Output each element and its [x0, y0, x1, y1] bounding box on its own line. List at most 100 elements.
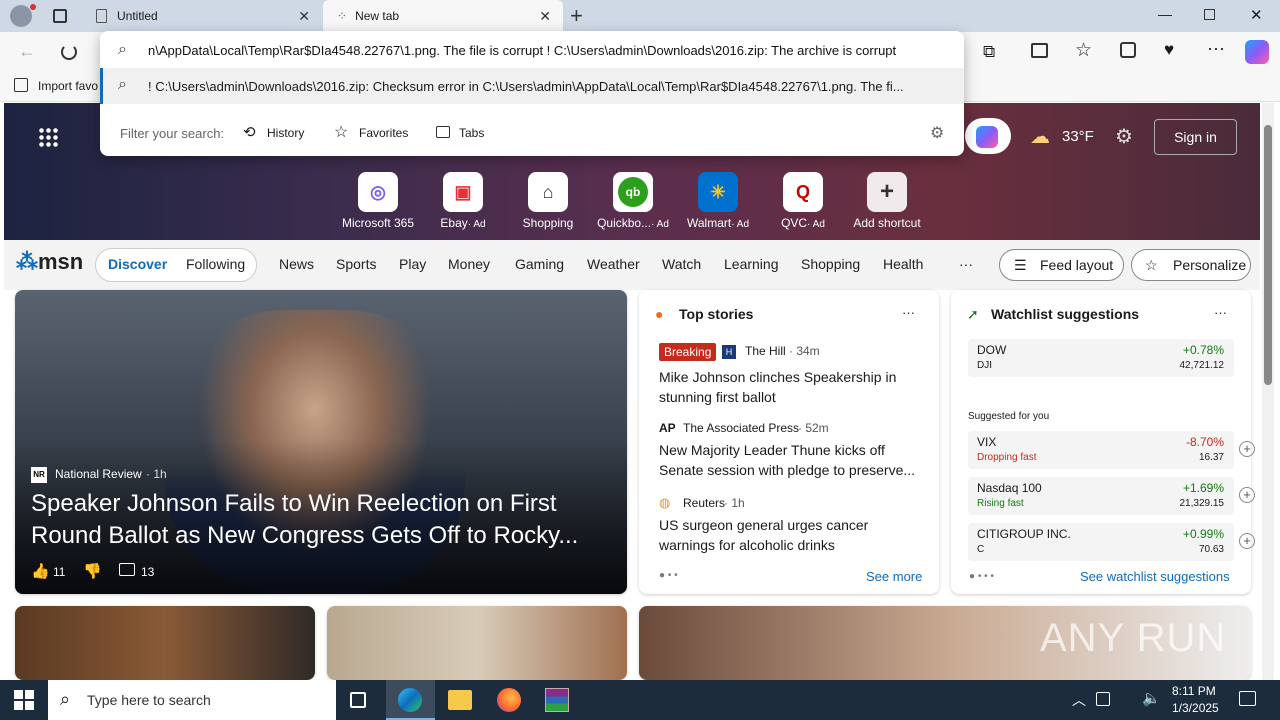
more-options-button[interactable]: ···	[902, 305, 915, 320]
story-card-decor[interactable]	[327, 606, 627, 680]
restore-button[interactable]	[1204, 9, 1215, 20]
add-shortcut-button[interactable]: + Add shortcut	[850, 172, 924, 230]
page-scrollbar[interactable]	[1262, 103, 1274, 680]
qvc-icon: Q	[783, 172, 823, 212]
ad-label: · Ad	[731, 219, 750, 230]
collections-icon[interactable]	[1120, 42, 1136, 58]
nav-sports[interactable]: Sports	[336, 256, 376, 272]
nav-gaming[interactable]: Gaming	[515, 256, 564, 272]
copilot-icon[interactable]	[1245, 40, 1269, 64]
nav-health[interactable]: Health	[883, 256, 923, 272]
shortcut-walmart[interactable]: ✳ Walmart· Ad	[681, 172, 755, 230]
loading-spinner-icon[interactable]	[61, 44, 77, 60]
carousel-dots[interactable]: ● • • •	[969, 571, 994, 582]
taskbar-search-box[interactable]: ⌕ Type here to search	[48, 680, 336, 720]
story-headline[interactable]: US surgeon general urges cancer warnings…	[659, 515, 921, 555]
story-source: Reuters	[683, 496, 726, 510]
story-headline[interactable]: Speaker Johnson Fails to Win Reelection …	[31, 488, 601, 552]
add-to-watchlist-icon[interactable]: +	[1239, 487, 1255, 503]
shortcut-ebay[interactable]: ▣ Ebay· Ad	[426, 172, 500, 230]
address-input[interactable]: n\AppData\Local\Temp\Rar$DIa4548.22767\1…	[148, 43, 948, 58]
nav-shopping[interactable]: Shopping	[801, 256, 860, 272]
shortcut-microsoft-365[interactable]: ◎ Microsoft 365	[341, 172, 415, 230]
stock-row-vix[interactable]: VIX Dropping fast -8.70% 16.37 +	[968, 431, 1255, 469]
tab-new-tab[interactable]: ⁘ New tab ✕	[323, 0, 563, 32]
split-screen-icon[interactable]	[1031, 43, 1048, 58]
windows-start-icon[interactable]	[14, 690, 34, 710]
profile-avatar[interactable]	[10, 5, 32, 27]
network-icon[interactable]	[1096, 692, 1110, 706]
close-window-button[interactable]: ✕	[1250, 6, 1263, 24]
carousel-dots[interactable]: ● • •	[659, 570, 678, 581]
copilot-hero-icon[interactable]	[965, 118, 1011, 154]
nav-money[interactable]: Money	[448, 256, 490, 272]
story-headline[interactable]: Mike Johnson clinches Speakership in stu…	[659, 367, 921, 407]
filter-history[interactable]: History	[267, 126, 304, 140]
msn-logo[interactable]: ⁂msn	[16, 249, 83, 275]
nav-watch[interactable]: Watch	[662, 256, 701, 272]
favorites-star-icon[interactable]: ☆	[1075, 39, 1092, 62]
nav-news[interactable]: News	[279, 256, 314, 272]
settings-more-icon[interactable]: ···	[1207, 38, 1225, 59]
winrar-icon[interactable]	[545, 688, 569, 712]
gear-icon[interactable]: ⚙	[1115, 124, 1133, 149]
close-tab-icon[interactable]: ✕	[298, 8, 310, 25]
shortcut-shopping[interactable]: ⌂ Shopping	[511, 172, 585, 230]
nav-learning[interactable]: Learning	[724, 256, 779, 272]
story-card-cafe[interactable]	[15, 606, 315, 680]
feed-layout-button[interactable]: ☰ Feed layout	[999, 249, 1124, 281]
taskbar-edge-active[interactable]	[386, 680, 435, 720]
nav-play[interactable]: Play	[399, 256, 426, 272]
file-explorer-icon[interactable]	[448, 690, 472, 710]
more-options-button[interactable]: ···	[1214, 305, 1227, 320]
weather-temp[interactable]: 33°F	[1062, 128, 1094, 145]
see-more-link[interactable]: See more	[866, 569, 922, 584]
story-headline[interactable]: New Majority Leader Thune kicks off Sena…	[659, 440, 921, 480]
shortcut-qvc[interactable]: Q QVC· Ad	[766, 172, 840, 230]
personalize-button[interactable]: ☆ Personalize	[1131, 249, 1251, 281]
sign-in-button[interactable]: Sign in	[1154, 119, 1237, 155]
tab-untitled[interactable]: Untitled ✕	[86, 0, 322, 32]
firefox-icon[interactable]	[497, 688, 521, 712]
import-favorites-link[interactable]: Import favo	[38, 79, 98, 93]
stock-row-nasdaq[interactable]: Nasdaq 100 Rising fast +1.69% 21,329.15 …	[968, 477, 1255, 515]
shortcut-label: Quickbo...	[597, 216, 652, 230]
comment-icon[interactable]	[119, 563, 135, 576]
watermark-logo: ANY RUN	[1040, 616, 1227, 660]
speaker-icon[interactable]: 🔈	[1142, 689, 1161, 707]
shortcut-quickbooks[interactable]: qb Quickbo...· Ad	[596, 172, 670, 230]
see-watchlist-link[interactable]: See watchlist suggestions	[1080, 569, 1230, 584]
show-hidden-icons-chevron[interactable]: ︿	[1072, 690, 1086, 710]
main-story-card[interactable]: NR National Review · 1h Speaker Johnson …	[15, 290, 627, 594]
apps-grid-icon[interactable]	[38, 127, 58, 147]
msn-logo-text: msn	[38, 249, 84, 274]
tab-following[interactable]: Following	[186, 256, 245, 272]
add-to-watchlist-icon[interactable]: +	[1239, 533, 1255, 549]
browser-essentials-icon[interactable]: ♥	[1164, 40, 1174, 60]
notification-icon[interactable]	[1239, 691, 1256, 706]
tab-actions-icon[interactable]	[53, 9, 67, 23]
add-to-watchlist-icon[interactable]: +	[1239, 441, 1255, 457]
filter-favorites[interactable]: Favorites	[359, 126, 408, 140]
filter-tabs[interactable]: Tabs	[459, 126, 484, 140]
scrollbar-thumb[interactable]	[1264, 125, 1272, 385]
stock-row-dow[interactable]: DOW DJI +0.78% 42,721.12	[968, 339, 1234, 377]
minimize-button[interactable]: —	[1158, 6, 1172, 22]
story-source: National Review	[55, 467, 142, 481]
stock-row-citigroup[interactable]: CITIGROUP INC. C +0.99% 70.63 +	[968, 523, 1255, 561]
like-icon[interactable]: 👍	[31, 562, 50, 580]
nav-weather[interactable]: Weather	[587, 256, 640, 272]
source-logo: NR	[31, 467, 47, 483]
suggestion-row[interactable]: ⌕ ! C:\Users\admin\Downloads\2016.zip: C…	[100, 68, 964, 104]
dislike-icon[interactable]: 👎	[83, 562, 102, 580]
clock-time[interactable]: 8:11 PM	[1172, 684, 1216, 698]
extensions-icon[interactable]: ⧉	[983, 42, 995, 62]
tab-discover[interactable]: Discover	[108, 256, 167, 272]
more-nav-button[interactable]: ···	[959, 256, 973, 272]
close-tab-icon[interactable]: ✕	[539, 8, 551, 25]
back-arrow-icon[interactable]: ←	[18, 41, 36, 62]
gear-icon[interactable]: ⚙	[930, 123, 944, 143]
task-view-icon[interactable]	[350, 692, 366, 708]
clock-date[interactable]: 1/3/2025	[1172, 701, 1219, 715]
new-tab-button[interactable]: +	[570, 3, 583, 29]
